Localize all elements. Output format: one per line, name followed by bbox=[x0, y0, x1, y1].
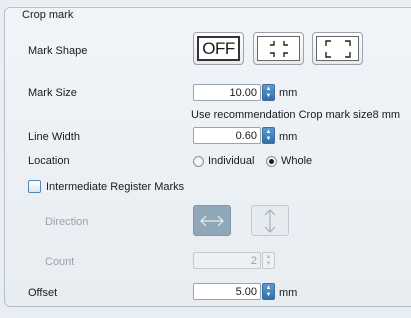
spin-up-icon[interactable]: ▲ bbox=[266, 129, 272, 135]
off-label: OFF bbox=[202, 38, 235, 58]
vertical-arrows-icon bbox=[264, 208, 276, 233]
mark-size-spinner: ▲ ▼ bbox=[193, 84, 275, 101]
corner-inner-icon bbox=[269, 40, 288, 57]
spin-up-icon[interactable]: ▲ bbox=[266, 285, 272, 291]
offset-spinner: ▲ ▼ bbox=[193, 283, 275, 300]
intermediate-register-marks-label: Intermediate Register Marks bbox=[46, 181, 185, 193]
mark-size-hint: Use recommendation Crop mark size8 mm bbox=[191, 109, 401, 121]
direction-label: Direction bbox=[45, 216, 89, 228]
corner-outer-icon bbox=[324, 39, 351, 58]
direction-vertical-button[interactable] bbox=[251, 205, 289, 236]
location-individual-label: Individual bbox=[208, 155, 255, 167]
offset-input[interactable] bbox=[193, 283, 261, 300]
spin-down-icon[interactable]: ▼ bbox=[266, 93, 272, 99]
mark-shape-inner-corners-button[interactable] bbox=[253, 32, 304, 65]
offset-stepper[interactable]: ▲ ▼ bbox=[262, 283, 275, 300]
mark-shape-off-button[interactable]: OFF bbox=[193, 32, 244, 65]
mark-shape-label: Mark Shape bbox=[28, 45, 88, 57]
count-stepper[interactable]: ▲ ▼ bbox=[262, 252, 275, 269]
line-width-stepper[interactable]: ▲ ▼ bbox=[262, 127, 275, 144]
mark-size-stepper[interactable]: ▲ ▼ bbox=[262, 84, 275, 101]
mark-size-label: Mark Size bbox=[28, 87, 77, 99]
count-spinner: ▲ ▼ bbox=[193, 252, 275, 269]
count-label: Count bbox=[45, 256, 75, 268]
direction-horizontal-button[interactable] bbox=[193, 205, 231, 236]
group-title: Crop mark bbox=[19, 9, 77, 21]
spin-up-icon[interactable]: ▲ bbox=[266, 86, 272, 92]
line-width-unit: mm bbox=[279, 131, 298, 143]
location-individual-radio[interactable]: Individual bbox=[193, 155, 254, 167]
location-label: Location bbox=[28, 155, 70, 167]
count-input[interactable] bbox=[193, 252, 261, 269]
location-whole-label: Whole bbox=[281, 155, 313, 167]
mark-shape-outer-corners-button[interactable] bbox=[312, 32, 363, 65]
offset-label: Offset bbox=[28, 287, 58, 299]
spin-down-icon[interactable]: ▼ bbox=[266, 136, 272, 142]
radio-circle-selected bbox=[266, 155, 277, 167]
line-width-label: Line Width bbox=[28, 131, 80, 143]
spin-down-icon[interactable]: ▼ bbox=[266, 261, 272, 267]
mark-size-unit: mm bbox=[279, 87, 298, 99]
intermediate-register-marks-checkbox[interactable] bbox=[28, 180, 41, 193]
mark-size-input[interactable] bbox=[193, 84, 261, 101]
horizontal-arrows-icon bbox=[200, 215, 224, 226]
line-width-input[interactable] bbox=[193, 127, 261, 144]
spin-down-icon[interactable]: ▼ bbox=[266, 292, 272, 298]
spin-up-icon[interactable]: ▲ bbox=[266, 254, 272, 260]
offset-unit: mm bbox=[279, 287, 298, 299]
line-width-spinner: ▲ ▼ bbox=[193, 127, 275, 144]
location-whole-radio[interactable]: Whole bbox=[266, 155, 312, 167]
radio-circle bbox=[193, 155, 204, 167]
